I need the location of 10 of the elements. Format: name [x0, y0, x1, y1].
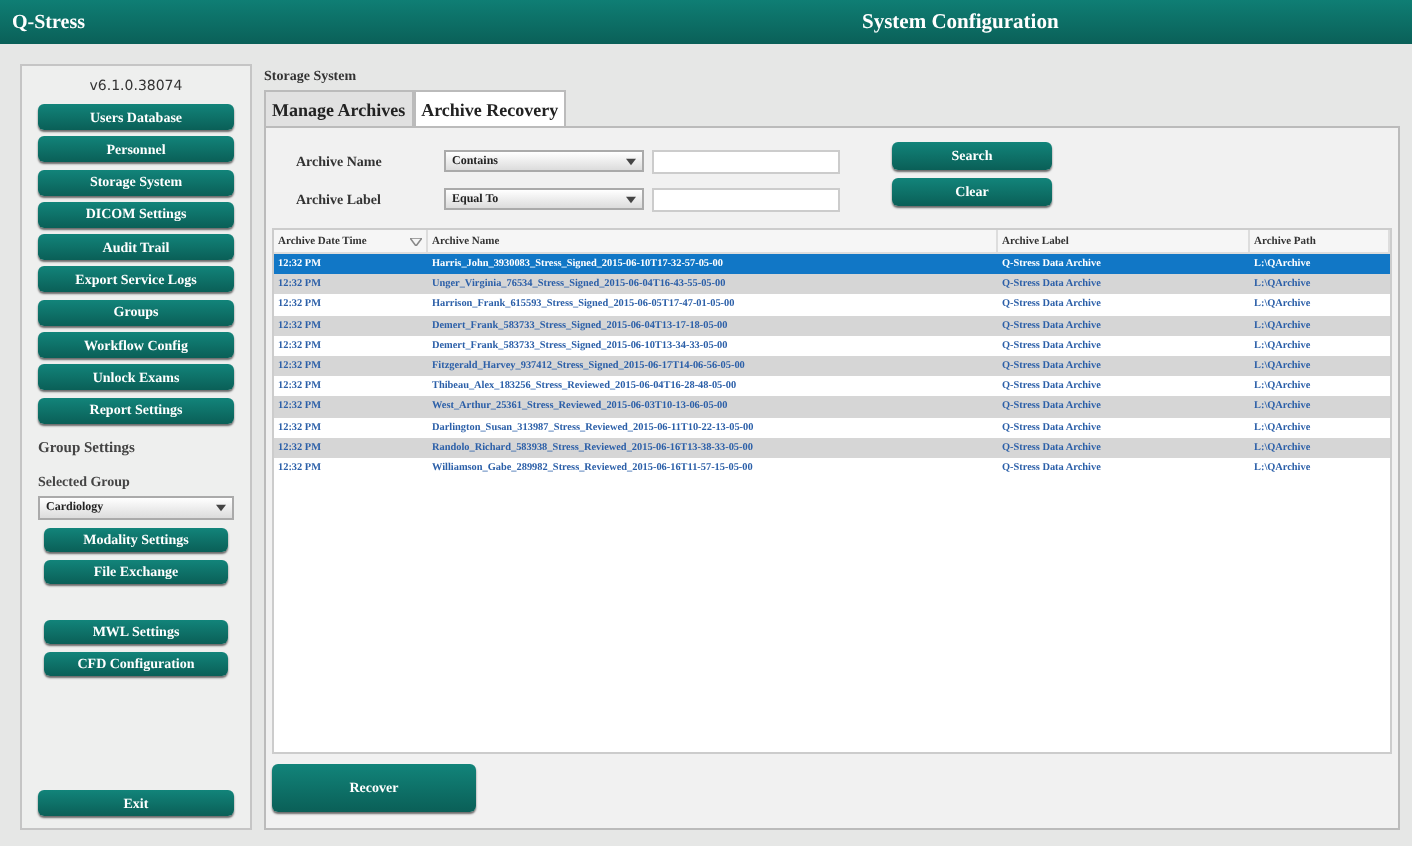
input-field[interactable]	[652, 187, 840, 211]
window-title: System Configuration	[862, 11, 1059, 33]
tab[interactable]: Archive Recovery	[413, 90, 567, 128]
input-field[interactable]	[652, 149, 840, 173]
caret-icon	[626, 157, 636, 165]
caret-icon	[216, 503, 226, 512]
caret-icon	[626, 195, 636, 203]
sort-icon	[410, 237, 422, 245]
app-name: Q-Stress	[10, 11, 87, 33]
tab[interactable]: Manage Archives	[264, 90, 414, 128]
